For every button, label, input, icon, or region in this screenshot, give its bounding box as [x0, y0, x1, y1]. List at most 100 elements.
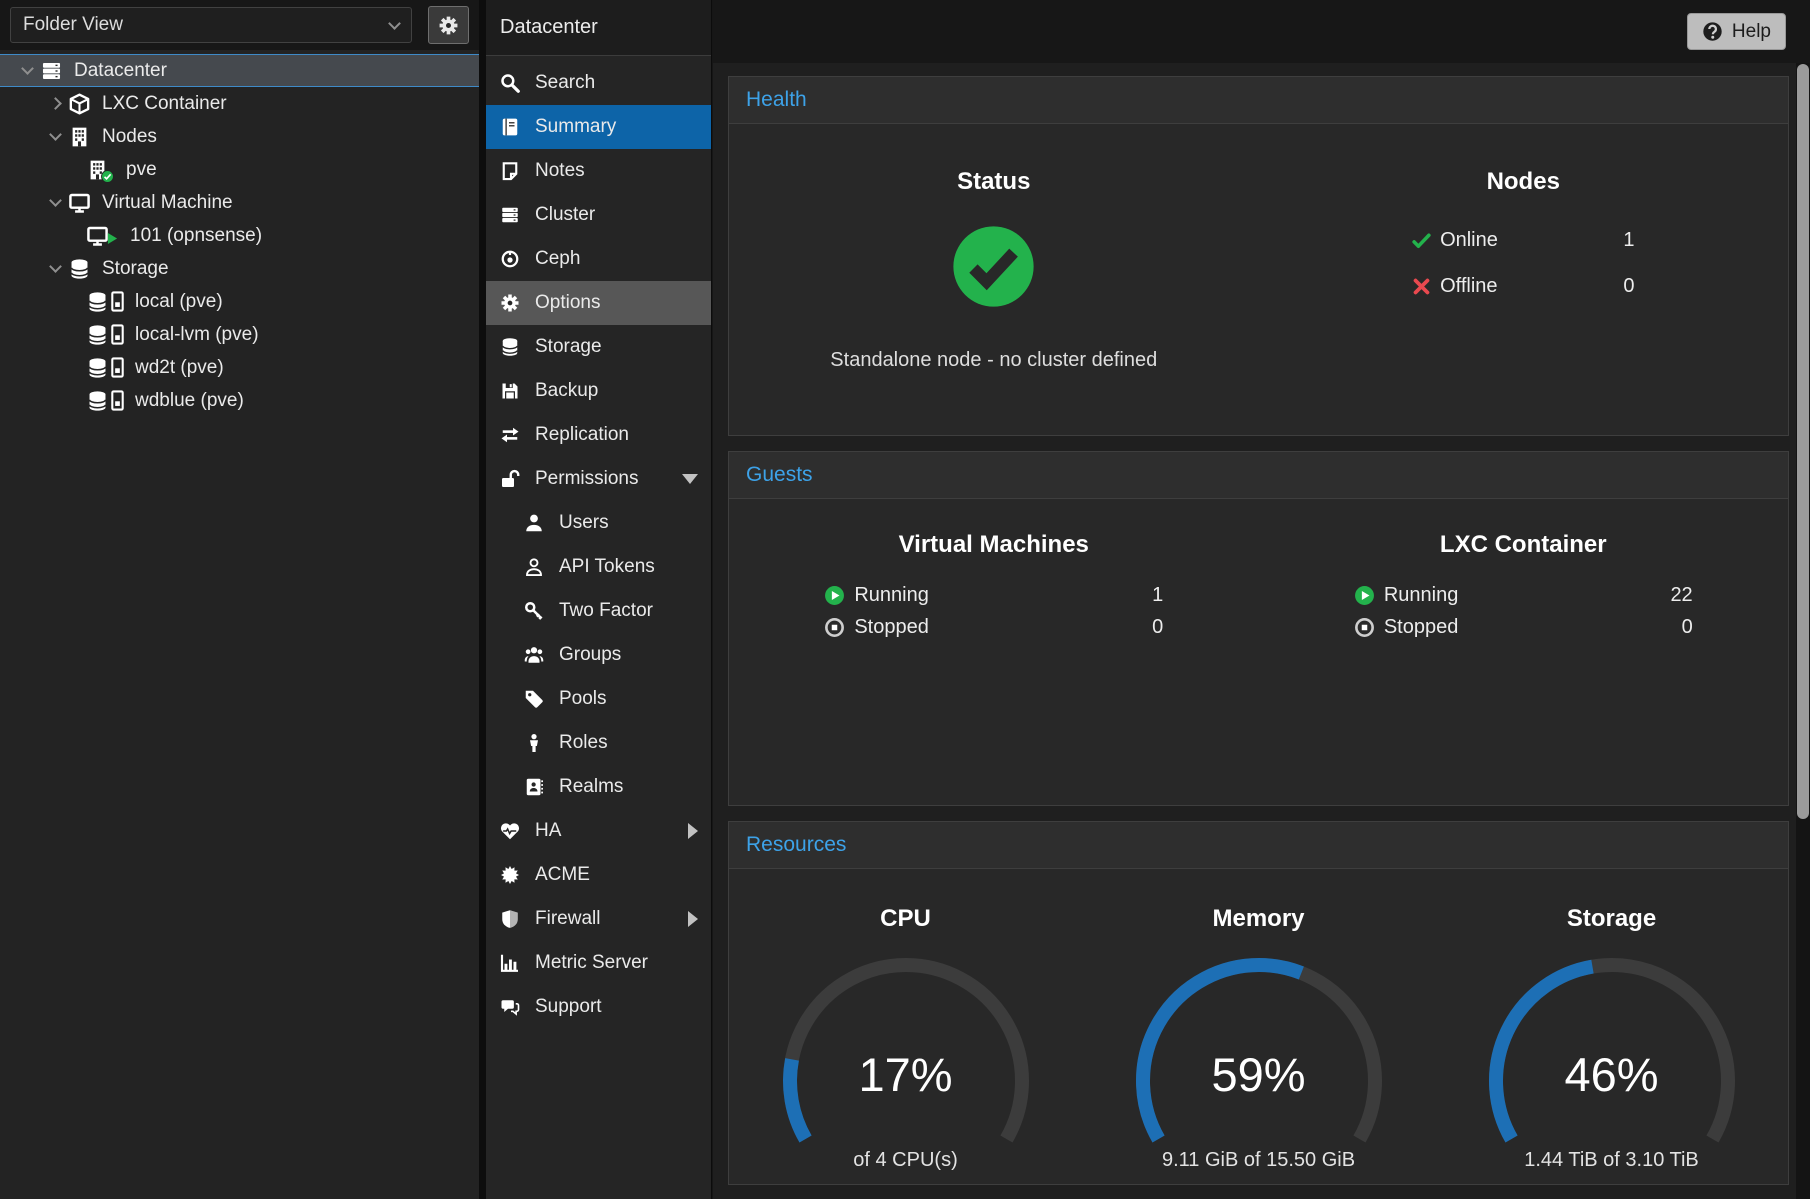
datacenter-nav-panel: Datacenter Search Summary Notes Cluster … — [486, 0, 712, 1199]
tree-item-storage-wd2t[interactable]: wd2t (pve) — [0, 351, 479, 384]
guests-panel-title: Guests — [729, 452, 1788, 499]
cpu-percent: 17% — [766, 1047, 1046, 1102]
cluster-icon — [499, 205, 521, 225]
nodes-offline-row: Offline 0 — [1412, 275, 1634, 298]
health-panel: Health Status Standalone node - no clust… — [728, 76, 1789, 436]
heartbeat-icon — [499, 821, 521, 841]
tree-item-nodes[interactable]: Nodes — [0, 120, 479, 153]
play-circle-icon — [1354, 585, 1375, 606]
nav-item-roles[interactable]: Roles — [486, 721, 711, 765]
gear-icon — [438, 15, 459, 36]
ceph-icon — [499, 249, 521, 269]
key-icon — [523, 601, 545, 621]
lxc-running-row: Running 22 — [1354, 584, 1693, 607]
memory-gauge: 59% — [1119, 945, 1399, 1147]
shield-icon — [499, 909, 521, 929]
cpu-heading: CPU — [880, 905, 931, 933]
nav-item-support[interactable]: Support — [486, 985, 711, 1029]
replication-icon — [499, 425, 521, 445]
collapse-icon[interactable] — [42, 200, 68, 205]
nav-item-realms[interactable]: Realms — [486, 765, 711, 809]
guests-panel: Guests Virtual Machines Running 1 Stoppe… — [728, 451, 1789, 806]
nav-item-groups[interactable]: Groups — [486, 633, 711, 677]
scrollbar-thumb[interactable] — [1797, 64, 1809, 819]
tree-item-pve[interactable]: pve — [0, 153, 479, 186]
chevron-down-icon — [682, 474, 698, 484]
nav-item-users[interactable]: Users — [486, 501, 711, 545]
check-circle-icon — [952, 225, 1035, 308]
nav-panel-title: Datacenter — [486, 0, 711, 56]
nav-item-summary[interactable]: Summary — [486, 105, 711, 149]
vertical-scrollbar[interactable] — [1796, 63, 1810, 1199]
nav-item-pools[interactable]: Pools — [486, 677, 711, 721]
nav-item-storage[interactable]: Storage — [486, 325, 711, 369]
summary-content: Help Health Status Standalone node - no … — [713, 0, 1810, 1199]
server-rack-icon — [40, 60, 63, 82]
vm-heading: Virtual Machines — [899, 531, 1089, 559]
stop-circle-icon — [824, 617, 845, 638]
storage-drive-icon — [86, 324, 124, 346]
storage-drive-icon — [86, 291, 124, 313]
tree-item-storage-local[interactable]: local (pve) — [0, 285, 479, 318]
tree-item-storage[interactable]: Storage — [0, 252, 479, 285]
stop-circle-icon — [1354, 617, 1375, 638]
content-toolbar: Help — [713, 0, 1810, 63]
collapse-icon[interactable] — [42, 266, 68, 271]
nav-item-options[interactable]: Options — [486, 281, 711, 325]
tag-icon — [523, 689, 545, 709]
resources-panel: Resources CPU 17% of 4 CPU(s) Memory — [728, 821, 1789, 1185]
tree-item-datacenter[interactable]: Datacenter — [0, 54, 479, 87]
bar-chart-icon — [499, 953, 521, 973]
storage-gauge: 46% — [1472, 945, 1752, 1147]
view-mode-select[interactable]: Folder View — [10, 7, 412, 43]
nodes-heading: Nodes — [1487, 168, 1560, 196]
nav-item-two-factor[interactable]: Two Factor — [486, 589, 711, 633]
nodes-online-row: Online 1 — [1412, 229, 1634, 252]
person-icon — [523, 733, 545, 753]
storage-drive-icon — [86, 390, 124, 412]
cpu-gauge-column: CPU 17% of 4 CPU(s) — [729, 869, 1082, 1184]
resources-panel-title: Resources — [729, 822, 1788, 869]
tree-panel-header: Folder View — [0, 0, 479, 50]
check-icon — [1412, 231, 1431, 250]
nav-item-firewall[interactable]: Firewall — [486, 897, 711, 941]
nav-item-search[interactable]: Search — [486, 61, 711, 105]
collapse-icon[interactable] — [42, 134, 68, 139]
tree-item-vm-101[interactable]: 101 (opnsense) — [0, 219, 479, 252]
monitor-icon — [68, 192, 91, 214]
memory-heading: Memory — [1212, 905, 1304, 933]
resource-tree: Datacenter LXC Container Nodes pve Virtu… — [0, 50, 479, 417]
monitor-running-icon — [86, 225, 109, 247]
storage-heading: Storage — [1567, 905, 1656, 933]
tree-item-lxc-container[interactable]: LXC Container — [0, 87, 479, 120]
tree-settings-button[interactable] — [428, 6, 469, 44]
nav-item-backup[interactable]: Backup — [486, 369, 711, 413]
chevron-right-icon — [688, 823, 698, 839]
cluster-status-column: Status Standalone node - no cluster defi… — [729, 124, 1259, 435]
nav-item-notes[interactable]: Notes — [486, 149, 711, 193]
nav-item-api-tokens[interactable]: API Tokens — [486, 545, 711, 589]
nav-menu: Search Summary Notes Cluster Ceph Option… — [486, 56, 711, 1029]
tree-item-storage-wdblue[interactable]: wdblue (pve) — [0, 384, 479, 417]
collapse-icon[interactable] — [14, 68, 40, 73]
status-heading: Status — [957, 168, 1030, 196]
health-panel-title: Health — [729, 77, 1788, 124]
nav-item-cluster[interactable]: Cluster — [486, 193, 711, 237]
note-icon — [499, 161, 521, 181]
nav-item-permissions[interactable]: Permissions — [486, 457, 711, 501]
expand-icon[interactable] — [42, 99, 68, 108]
tree-item-virtual-machine[interactable]: Virtual Machine — [0, 186, 479, 219]
nav-item-metric-server[interactable]: Metric Server — [486, 941, 711, 985]
nav-item-ceph[interactable]: Ceph — [486, 237, 711, 281]
building-check-icon — [86, 159, 109, 181]
nav-item-acme[interactable]: ACME — [486, 853, 711, 897]
lxc-stopped-count: 0 — [1682, 616, 1693, 639]
cross-icon — [1412, 277, 1431, 296]
help-button[interactable]: Help — [1687, 13, 1786, 50]
nav-item-replication[interactable]: Replication — [486, 413, 711, 457]
summary-panels: Health Status Standalone node - no clust… — [713, 63, 1796, 1199]
search-icon — [499, 73, 521, 93]
memory-percent: 59% — [1119, 1047, 1399, 1102]
nav-item-ha[interactable]: HA — [486, 809, 711, 853]
tree-item-storage-local-lvm[interactable]: local-lvm (pve) — [0, 318, 479, 351]
